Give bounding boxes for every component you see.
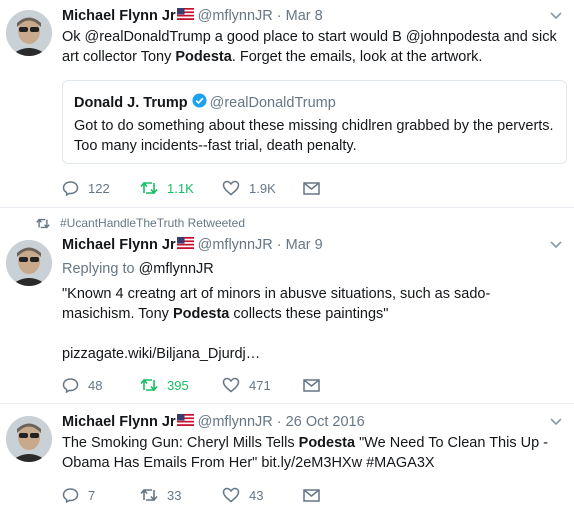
handle-and-time[interactable]: @mflynnJR · Mar 8	[198, 8, 323, 24]
reply-button[interactable]: 122	[62, 178, 110, 198]
author-name[interactable]: Michael Flynn Jr	[62, 237, 176, 253]
like-button[interactable]: 43	[222, 485, 263, 505]
reply-icon	[62, 378, 79, 393]
us-flag-icon	[176, 8, 194, 24]
quoted-header: Donald J. Trump @realDonaldTrump	[74, 93, 336, 112]
chevron-down-icon[interactable]	[550, 12, 562, 20]
tweet-header: Michael Flynn Jr @mflynnJR · Mar 8	[62, 8, 323, 24]
quoted-tweet[interactable]: Donald J. Trump @realDonaldTrump Got to …	[62, 80, 567, 164]
reply-count: 122	[88, 180, 110, 196]
verified-badge-icon	[192, 93, 207, 112]
us-flag-icon	[176, 237, 194, 253]
reply-count: 7	[88, 487, 96, 503]
heart-icon	[222, 377, 240, 393]
tweet-3[interactable]: Michael Flynn Jr @mflynnJR · 26 Oct 2016…	[0, 404, 574, 512]
like-count: 471	[249, 377, 271, 393]
avatar[interactable]	[6, 416, 52, 462]
retweet-icon	[140, 181, 158, 195]
us-flag-icon	[176, 414, 194, 430]
retweet-context[interactable]: #UcantHandleTheTruth Retweeted	[36, 216, 245, 230]
envelope-icon	[303, 378, 320, 392]
retweet-icon	[36, 218, 50, 228]
tweet-header: Michael Flynn Jr @mflynnJR · Mar 9	[62, 237, 323, 253]
avatar[interactable]	[6, 240, 52, 286]
envelope-icon	[303, 488, 320, 502]
message-button[interactable]	[303, 178, 329, 198]
quoted-handle: @realDonaldTrump	[209, 94, 336, 111]
chevron-down-icon[interactable]	[550, 418, 562, 426]
retweet-count: 33	[167, 487, 182, 503]
retweet-button[interactable]: 33	[140, 485, 181, 505]
reply-button[interactable]: 48	[62, 375, 102, 395]
tweet-1[interactable]: Michael Flynn Jr @mflynnJR · Mar 8 Ok @r…	[0, 0, 574, 208]
handle-and-time[interactable]: @mflynnJR · 26 Oct 2016	[198, 414, 365, 430]
message-button[interactable]	[303, 375, 329, 395]
replying-to: Replying to @mflynnJR	[62, 261, 214, 277]
tweet-text: Ok @realDonaldTrump a good place to star…	[62, 29, 557, 65]
retweet-icon	[140, 378, 158, 392]
retweet-context-text: #UcantHandleTheTruth Retweeted	[60, 216, 245, 230]
like-button[interactable]: 1.9K	[222, 178, 276, 198]
reply-button[interactable]: 7	[62, 485, 95, 505]
avatar[interactable]	[6, 10, 52, 56]
reply-icon	[62, 181, 79, 196]
quoted-author-name: Donald J. Trump	[74, 94, 188, 111]
handle-and-time[interactable]: @mflynnJR · Mar 9	[198, 237, 323, 253]
retweet-button[interactable]: 395	[140, 375, 189, 395]
retweet-count: 1.1K	[167, 180, 194, 196]
tweet-link[interactable]: pizzagate.wiki/Biljana_Djurdj…	[62, 344, 562, 364]
chevron-down-icon[interactable]	[550, 241, 562, 249]
retweet-count: 395	[167, 377, 189, 393]
like-count: 43	[249, 487, 264, 503]
reply-icon	[62, 488, 79, 503]
tweet-text: The Smoking Gun: Cheryl Mills Tells Pode…	[62, 435, 549, 471]
retweet-button[interactable]: 1.1K	[140, 178, 194, 198]
reply-count: 48	[88, 377, 103, 393]
author-name[interactable]: Michael Flynn Jr	[62, 8, 176, 24]
message-button[interactable]	[303, 485, 329, 505]
author-name[interactable]: Michael Flynn Jr	[62, 414, 176, 430]
tweet-2[interactable]: #UcantHandleTheTruth Retweeted Michael F…	[0, 208, 574, 404]
quoted-text: Got to do something about these missing …	[74, 118, 554, 154]
replying-to-link[interactable]: @mflynnJR	[139, 261, 214, 277]
heart-icon	[222, 487, 240, 503]
retweet-icon	[140, 488, 158, 502]
tweet-text: "Known 4 creatng art of minors in abusve…	[62, 286, 491, 322]
like-count: 1.9K	[249, 180, 276, 196]
tweet-header: Michael Flynn Jr @mflynnJR · 26 Oct 2016	[62, 414, 365, 430]
like-button[interactable]: 471	[222, 375, 271, 395]
envelope-icon	[303, 181, 320, 195]
heart-icon	[222, 180, 240, 196]
